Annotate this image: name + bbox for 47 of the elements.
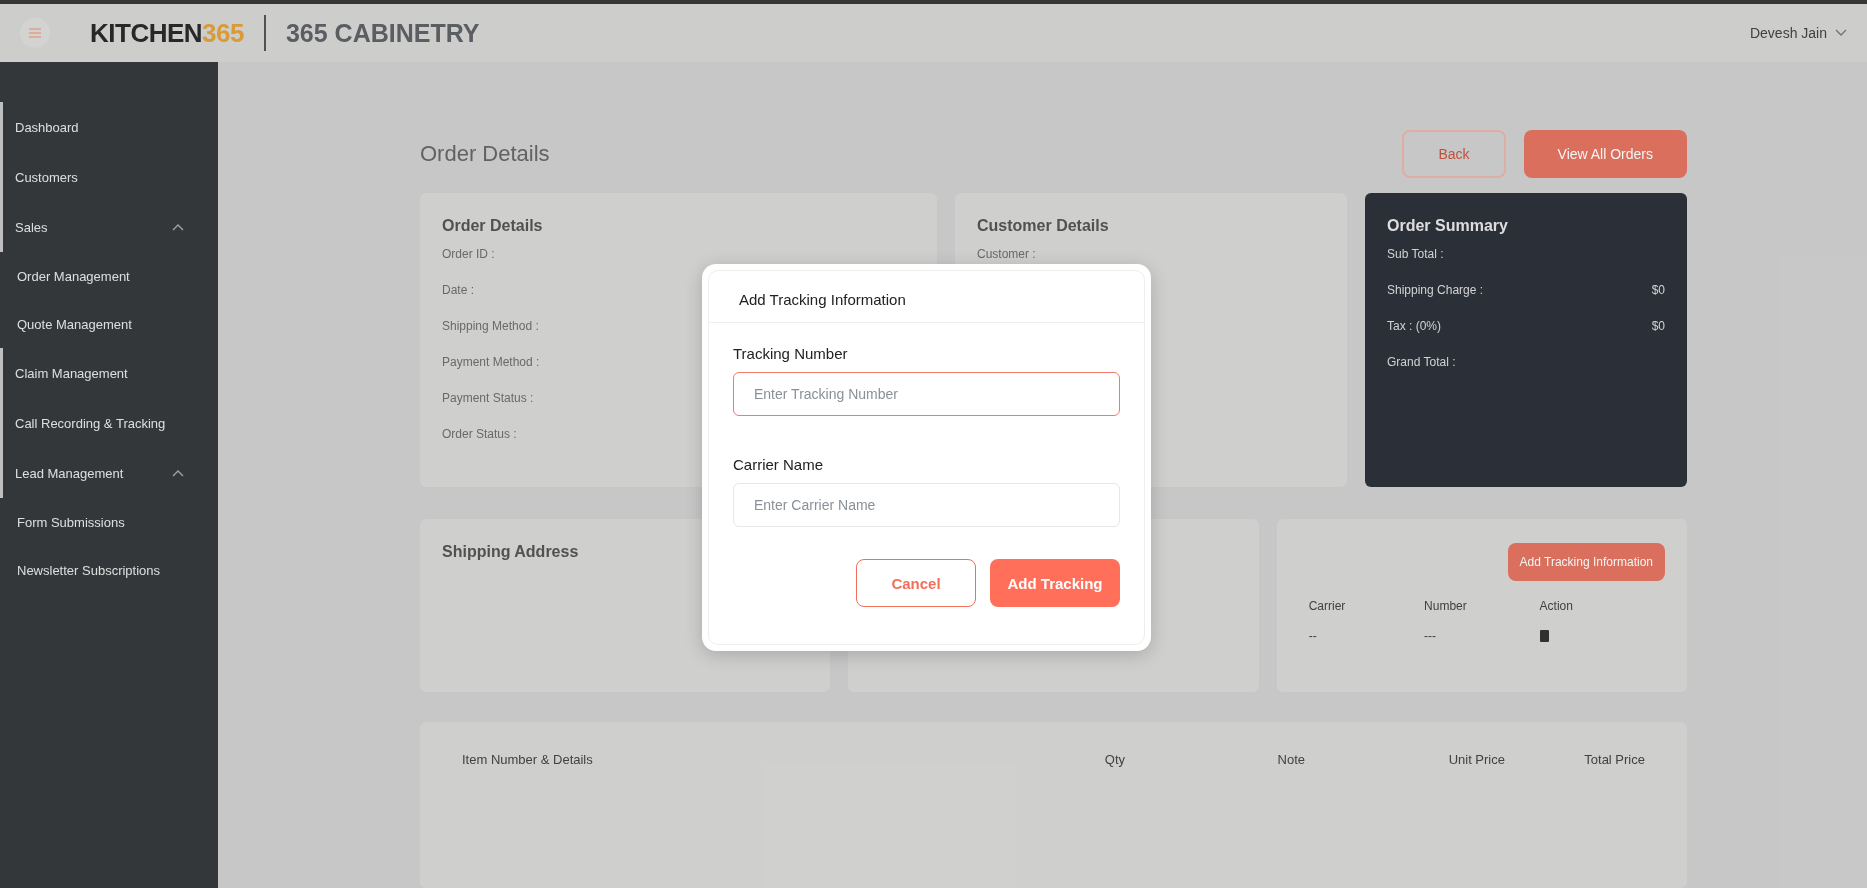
card-title: Customer Details xyxy=(977,216,1110,235)
field-label: Customer : xyxy=(977,246,1036,263)
sidebar-item[interactable]: Dashboard xyxy=(0,102,218,152)
menu-icon xyxy=(29,28,41,38)
field-label: Tracking Number xyxy=(733,345,849,362)
field-value: $0 xyxy=(1651,318,1665,335)
column-header: Carrier xyxy=(1308,598,1347,613)
card-title: Order Details xyxy=(442,216,544,235)
sidebar-item[interactable]: Form Submissions xyxy=(0,498,218,546)
page-title: Order Details xyxy=(420,141,550,168)
column-header: Unit Price xyxy=(1447,751,1505,767)
field-label: Order ID : xyxy=(442,246,495,263)
user-menu[interactable]: Devesh Jain xyxy=(1749,25,1847,41)
sidebar-item[interactable]: Call Recording & Tracking xyxy=(0,398,218,448)
chevron-icon xyxy=(1835,29,1847,37)
field-label: Grand Total : xyxy=(1387,354,1456,371)
field-value: $0 xyxy=(1651,282,1665,299)
column-header: Action xyxy=(1539,598,1574,613)
column-header: Note xyxy=(1276,751,1305,767)
field-label: Payment Status : xyxy=(442,390,534,407)
field-label: Tax : (0%) xyxy=(1387,318,1441,335)
field-label: Date : xyxy=(442,282,474,299)
field-label: Payment Method : xyxy=(442,354,540,371)
column-header: Number xyxy=(1424,598,1468,613)
field-label: Carrier Name xyxy=(733,456,824,473)
sidebar-item[interactable]: Customers xyxy=(0,152,218,202)
logo: KITCHEN365 xyxy=(90,17,244,49)
sidebar-item[interactable]: Lead Management xyxy=(0,448,218,498)
column-header: Total Price xyxy=(1583,751,1645,767)
card-title: Order Summary xyxy=(1387,216,1509,235)
field-label: Order Status : xyxy=(442,426,517,443)
sidebar-item[interactable]: Quote Management xyxy=(0,300,218,348)
column-header: Item Number & Details xyxy=(462,751,594,767)
table-cell-text: -- xyxy=(1308,628,1318,645)
sidebar-item[interactable]: Sales xyxy=(0,202,218,252)
sidebar-item[interactable]: Claim Management xyxy=(0,348,218,398)
sidebar-item[interactable]: Order Management xyxy=(0,252,218,300)
field-label: Sub Total : xyxy=(1387,246,1444,263)
input-field[interactable]: Enter Tracking Number xyxy=(733,372,1120,416)
sidebar-item[interactable]: Newsletter Subscriptions xyxy=(0,546,218,594)
company-name: 365 CABINETRY xyxy=(285,18,480,48)
column-header: Qty xyxy=(1103,751,1125,767)
card-title: Shipping Address xyxy=(442,542,580,561)
dialog-title: Add Tracking Information xyxy=(709,271,1144,323)
field-label: Shipping Charge : xyxy=(1387,282,1484,299)
field-label: Shipping Method : xyxy=(442,318,539,335)
table-cell-text: --- xyxy=(1424,628,1438,645)
